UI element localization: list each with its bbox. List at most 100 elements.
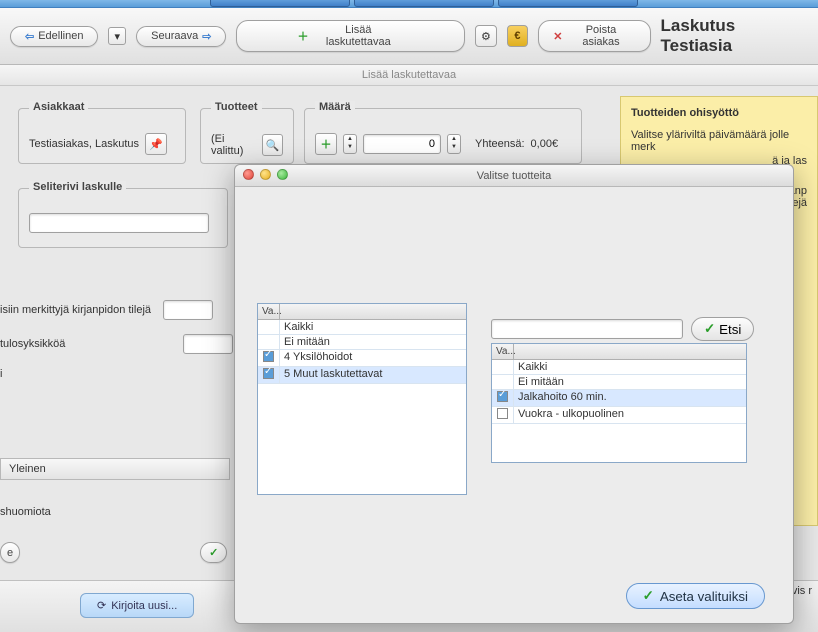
customer-pin-icon[interactable]: 📌: [145, 133, 167, 155]
info-line-1: Valitse yläriviltä päivämäärä jolle merk: [631, 129, 807, 153]
close-icon[interactable]: [243, 169, 254, 180]
customers-legend: Asiakkaat: [29, 101, 88, 113]
row-checkbox-cell[interactable]: [258, 335, 280, 349]
apply-selection-button[interactable]: ✓ Aseta valituiksi: [626, 583, 765, 609]
row-label: 4 Yksilöhoidot: [280, 350, 466, 366]
row-label: Vuokra - ulkopuolinen: [514, 407, 746, 423]
row-label: 5 Muut laskutettavat: [280, 367, 466, 383]
frag-accounts-input[interactable]: [163, 300, 213, 320]
arrow-left-icon: ⇦: [25, 30, 34, 43]
page-title: Laskutus Testiasia: [661, 16, 808, 56]
bottom-btn-left[interactable]: e: [0, 542, 20, 563]
row-checkbox-cell[interactable]: [258, 320, 280, 334]
tools-icon[interactable]: ⚙: [475, 25, 497, 47]
row-checkbox-cell[interactable]: [492, 375, 514, 389]
description-legend: Seliterivi laskulle: [29, 181, 126, 193]
list-item[interactable]: Vuokra - ulkopuolinen: [492, 407, 746, 424]
next-button[interactable]: Seuraava ⇨: [136, 26, 226, 47]
list-item[interactable]: 4 Yksilöhoidot: [258, 350, 466, 367]
attention-label: shuomiota: [0, 506, 51, 518]
search-button-label: Etsi: [719, 322, 741, 337]
main-toolbar: ⇦ Edellinen ▾ Seuraava ⇨ ＋ Lisää laskute…: [0, 8, 818, 65]
col-header-name[interactable]: [280, 304, 466, 319]
check-icon: ✓: [704, 321, 715, 337]
category-list: Va... KaikkiEi mitään4 Yksilöhoidot5 Muu…: [257, 303, 467, 495]
checkbox-icon[interactable]: [497, 391, 508, 402]
list-item[interactable]: 5 Muut laskutettavat: [258, 367, 466, 384]
row-label: Jalkahoito 60 min.: [514, 390, 746, 406]
product-search-input[interactable]: [491, 319, 683, 339]
products-legend: Tuotteet: [211, 101, 262, 113]
prev-button[interactable]: ⇦ Edellinen: [10, 26, 98, 47]
checkbox-icon[interactable]: [497, 408, 508, 419]
row-checkbox-cell[interactable]: [258, 367, 280, 383]
select-products-dialog: Valitse tuotteita Va... KaikkiEi mitään4…: [234, 164, 794, 624]
history-dropdown[interactable]: ▾: [108, 27, 126, 45]
zoom-icon[interactable]: [277, 169, 288, 180]
amount-stepper-2[interactable]: ▲▼: [447, 134, 461, 154]
row-checkbox-cell[interactable]: [492, 390, 514, 406]
apply-selection-label: Aseta valituiksi: [660, 589, 748, 604]
amount-stepper-1[interactable]: ▲▼: [343, 134, 357, 154]
description-input[interactable]: [29, 213, 209, 233]
euro-icon[interactable]: €: [507, 25, 529, 47]
frag-accounts-label: isiin merkittyjä kirjanpidon tilejä: [0, 304, 151, 316]
list-item[interactable]: Jalkahoito 60 min.: [492, 390, 746, 407]
row-label: Kaikki: [514, 360, 746, 374]
info-title: Tuotteiden ohisyöttö: [631, 107, 807, 119]
product-search-icon[interactable]: 🔍: [262, 134, 283, 156]
customers-fieldset: Asiakkaat Testiasiakas, Laskutus 📌: [18, 108, 186, 164]
col-header-check-r[interactable]: Va...: [492, 344, 514, 359]
top-tab-1[interactable]: [210, 0, 350, 7]
next-label: Seuraava: [151, 30, 198, 42]
list-item[interactable]: Ei mitään: [258, 335, 466, 350]
checkbox-icon[interactable]: [263, 368, 274, 379]
dialog-titlebar[interactable]: Valitse tuotteita: [235, 165, 793, 187]
minimize-icon[interactable]: [260, 169, 271, 180]
write-new-label: Kirjoita uusi...: [111, 600, 177, 612]
list-item[interactable]: Kaikki: [492, 360, 746, 375]
arrow-right-icon: ⇨: [202, 30, 211, 43]
col-header-name-r[interactable]: [514, 344, 746, 359]
product-list: Va... KaikkiEi mitäänJalkahoito 60 min.V…: [491, 343, 747, 463]
frag-unit-label: tulosyksikköä: [0, 338, 65, 350]
frag-unit-input[interactable]: [183, 334, 233, 354]
row-checkbox-cell[interactable]: [492, 407, 514, 423]
row-label: Ei mitään: [514, 375, 746, 389]
col-header-check[interactable]: Va...: [258, 304, 280, 319]
amount-add-icon[interactable]: ＋: [315, 133, 337, 155]
product-value: (Ei valittu): [211, 133, 256, 157]
general-tab[interactable]: Yleinen: [0, 458, 230, 480]
remove-customer-label: Poista asiakas: [566, 24, 635, 48]
checkbox-icon[interactable]: [263, 351, 274, 362]
description-fieldset: Seliterivi laskulle: [18, 188, 228, 248]
list-item[interactable]: Ei mitään: [492, 375, 746, 390]
row-checkbox-cell[interactable]: [258, 350, 280, 366]
amount-input[interactable]: [363, 134, 441, 154]
top-tab-2[interactable]: [354, 0, 494, 7]
general-label: Yleinen: [9, 463, 46, 475]
top-tab-3[interactable]: [498, 0, 638, 7]
row-label: Ei mitään: [280, 335, 466, 349]
amount-legend: Määrä: [315, 101, 355, 113]
frag-i: i: [0, 368, 233, 380]
prev-label: Edellinen: [38, 30, 83, 42]
row-checkbox-cell[interactable]: [492, 360, 514, 374]
subheader: Lisää laskutettavaa: [0, 65, 818, 86]
reload-icon: ⟳: [97, 599, 106, 612]
write-new-button[interactable]: ⟳ Kirjoita uusi...: [80, 593, 194, 618]
remove-customer-button[interactable]: ✕ Poista asiakas: [538, 20, 650, 52]
total-label: Yhteensä:: [475, 138, 525, 150]
plus-icon: ＋: [297, 28, 308, 44]
amount-fieldset: Määrä ＋ ▲▼ ▲▼ Yhteensä: 0,00€: [304, 108, 582, 164]
total-value: 0,00€: [531, 138, 559, 150]
add-billable-button[interactable]: ＋ Lisää laskutettavaa: [236, 20, 465, 52]
add-billable-label: Lisää laskutettavaa: [312, 24, 404, 48]
search-button[interactable]: ✓ Etsi: [691, 317, 754, 341]
bottom-btn-right[interactable]: ✓: [200, 542, 227, 563]
check-icon: ✓: [643, 588, 654, 604]
dialog-title: Valitse tuotteita: [477, 170, 551, 182]
row-label: Kaikki: [280, 320, 466, 334]
customer-name: Testiasiakas, Laskutus: [29, 138, 139, 150]
list-item[interactable]: Kaikki: [258, 320, 466, 335]
